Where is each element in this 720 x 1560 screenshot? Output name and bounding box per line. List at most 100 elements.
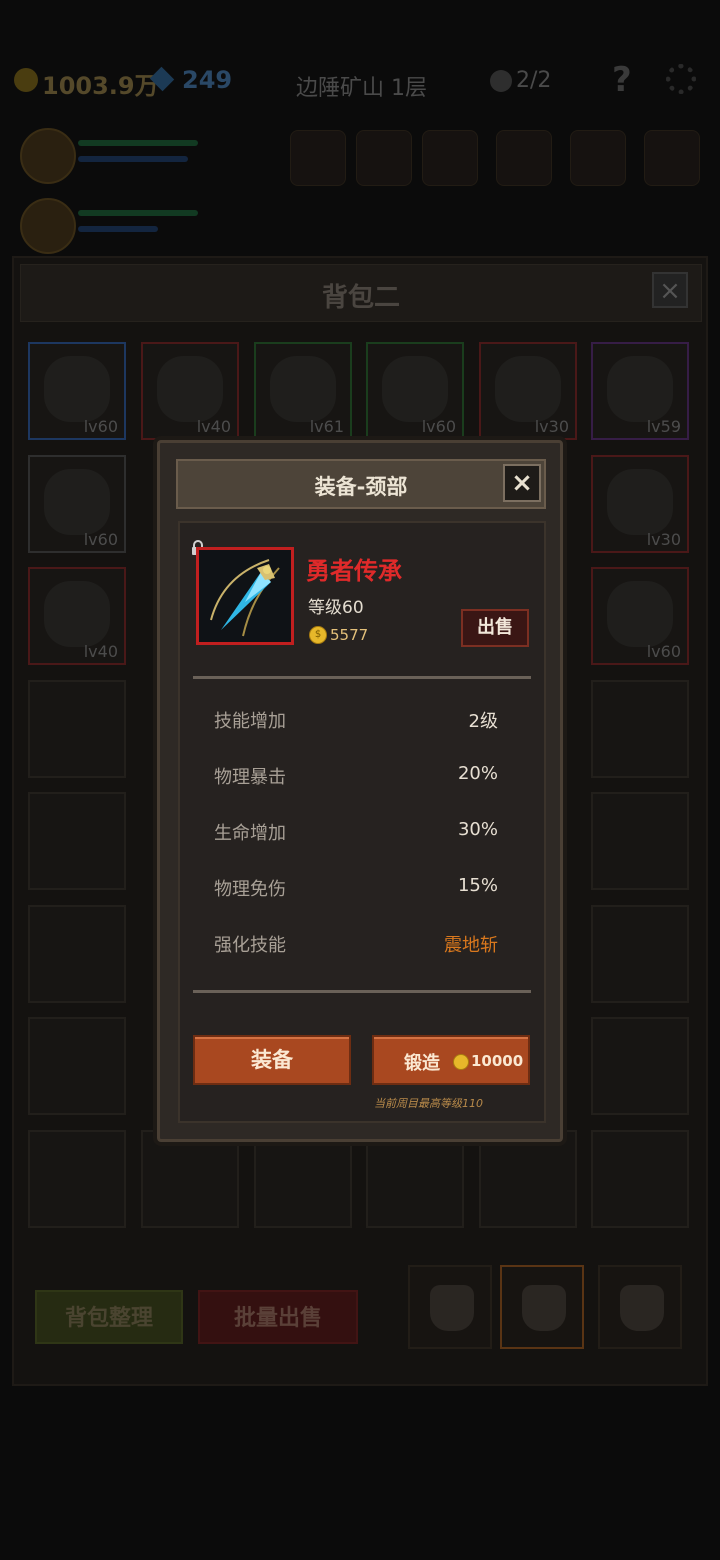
skill-slot-4[interactable] — [496, 130, 552, 186]
skill-slot-3[interactable] — [422, 130, 478, 186]
inventory-slot-empty[interactable] — [254, 1130, 352, 1228]
inventory-slot[interactable]: lv60 — [28, 342, 126, 440]
inventory-slot-empty[interactable] — [28, 792, 126, 890]
sword-item-icon — [157, 356, 223, 422]
inventory-slot[interactable]: lv61 — [254, 342, 352, 440]
inventory-slot-empty[interactable] — [28, 1130, 126, 1228]
stat-value: 30% — [457, 819, 498, 840]
item-level: lv60 — [646, 642, 681, 661]
skill-slot-2[interactable] — [356, 130, 412, 186]
hero-portrait-1[interactable] — [20, 128, 76, 184]
max-level-note: 当前周目最高等级110 — [374, 1097, 483, 1110]
inventory-slot[interactable]: lv40 — [141, 342, 239, 440]
ring-item-icon — [270, 356, 336, 422]
sort-bag-button[interactable]: 背包整理 — [35, 1290, 183, 1344]
stat-label: 物理免伤 — [214, 879, 286, 900]
inventory-slot[interactable]: lv40 — [28, 567, 126, 665]
inventory-slot-empty[interactable] — [28, 1017, 126, 1115]
bag-tab-3[interactable] — [598, 1265, 682, 1349]
blade-item-icon — [495, 356, 561, 422]
inventory-slot-empty[interactable] — [141, 1130, 239, 1228]
item-level: lv60 — [421, 417, 456, 436]
skill-slot-1[interactable] — [290, 130, 346, 186]
stat-label: 技能增加 — [214, 711, 286, 732]
inventory-slot[interactable]: lv60 — [591, 567, 689, 665]
sell-button[interactable]: 出售 — [461, 609, 529, 647]
inventory-slot-empty[interactable] — [28, 680, 126, 778]
top-status-bar: 1003.9万 249 边陲矿山 1层 2/2 ? — [0, 50, 720, 110]
location-label: 边陲矿山 1层 — [296, 76, 427, 101]
item-level: lv61 — [309, 417, 344, 436]
hero-portrait-2[interactable] — [20, 198, 76, 254]
backpack-icon — [522, 1285, 566, 1331]
stat-label: 强化技能 — [214, 935, 286, 956]
item-level: lv30 — [534, 417, 569, 436]
item-name: 勇者传承 — [306, 557, 402, 585]
inventory-slot-empty[interactable] — [479, 1130, 577, 1228]
inventory-slot-empty[interactable] — [591, 1017, 689, 1115]
item-portrait — [196, 547, 294, 645]
stat-value: 20% — [457, 763, 498, 784]
item-level: 等级60 — [308, 598, 364, 618]
bulk-sell-button[interactable]: 批量出售 — [198, 1290, 358, 1344]
coin-icon: $ — [309, 626, 327, 644]
forge-cost: 10000 — [471, 1052, 524, 1070]
equip-button[interactable]: 装备 — [193, 1035, 351, 1085]
ring-item-icon — [44, 581, 110, 647]
ring-item-icon — [607, 356, 673, 422]
inventory-slot-empty[interactable] — [28, 905, 126, 1003]
gear-icon[interactable] — [666, 64, 696, 94]
inventory-slot[interactable]: lv59 — [591, 342, 689, 440]
item-level: lv40 — [83, 642, 118, 661]
dialog-close-button[interactable]: × — [503, 464, 541, 502]
inventory-slot-empty[interactable] — [366, 1130, 464, 1228]
backpack-title: 背包二 — [321, 283, 400, 313]
stat-value: 15% — [457, 875, 498, 896]
equipment-detail-dialog: 装备-颈部 × 勇者传承 等级60 $ 5577 出售 技能增加 2级 物理暴击… — [157, 440, 563, 1142]
forge-label: 锻造 — [404, 1053, 440, 1074]
inventory-slot-empty[interactable] — [591, 1130, 689, 1228]
divider — [193, 990, 531, 993]
bag-tab-1[interactable] — [408, 1265, 492, 1349]
inventory-slot[interactable]: lv60 — [28, 455, 126, 553]
enhanced-skill-value: 震地斩 — [444, 935, 498, 956]
coin-icon — [453, 1054, 469, 1070]
orb-item-icon — [607, 469, 673, 535]
inventory-slot[interactable]: lv60 — [366, 342, 464, 440]
stat-label: 物理暴击 — [214, 767, 286, 788]
skull-icon — [490, 70, 512, 92]
dialog-title: 装备-颈部 — [314, 475, 408, 499]
pendant-item-icon — [607, 581, 673, 647]
stat-value: 2级 — [468, 711, 498, 732]
inventory-slot[interactable]: lv30 — [479, 342, 577, 440]
hero-2-hp-bar — [78, 210, 198, 216]
inventory-slot[interactable]: lv30 — [591, 455, 689, 553]
backpack-title-bar: 背包二 — [20, 264, 702, 322]
inventory-slot-empty[interactable] — [591, 905, 689, 1003]
skill-slot-5[interactable] — [570, 130, 626, 186]
inventory-slot-empty[interactable] — [591, 792, 689, 890]
item-level: lv60 — [83, 417, 118, 436]
inventory-slot-empty[interactable] — [591, 680, 689, 778]
gold-amount: 1003.9万 — [42, 72, 159, 100]
dagger-item-icon — [44, 469, 110, 535]
ring-item-icon — [382, 356, 448, 422]
bag-tab-2-active[interactable] — [500, 1265, 584, 1349]
divider — [193, 676, 531, 679]
backpack-close-button[interactable]: × — [652, 272, 688, 308]
dialog-title-bar: 装备-颈部 — [176, 459, 546, 509]
backpack-icon — [430, 1285, 474, 1331]
help-icon[interactable]: ? — [612, 60, 632, 100]
gem-amount: 249 — [182, 66, 233, 94]
stat-label: 生命增加 — [214, 823, 286, 844]
helmet-item-icon — [44, 356, 110, 422]
item-level: lv59 — [646, 417, 681, 436]
skill-slot-6[interactable] — [644, 130, 700, 186]
kill-counter: 2/2 — [516, 68, 552, 93]
backpack-icon — [620, 1285, 664, 1331]
item-level: lv60 — [83, 530, 118, 549]
item-level: lv40 — [196, 417, 231, 436]
forge-button[interactable]: 锻造 10000 — [372, 1035, 530, 1085]
item-level: lv30 — [646, 530, 681, 549]
hero-1-hp-bar — [78, 140, 198, 146]
